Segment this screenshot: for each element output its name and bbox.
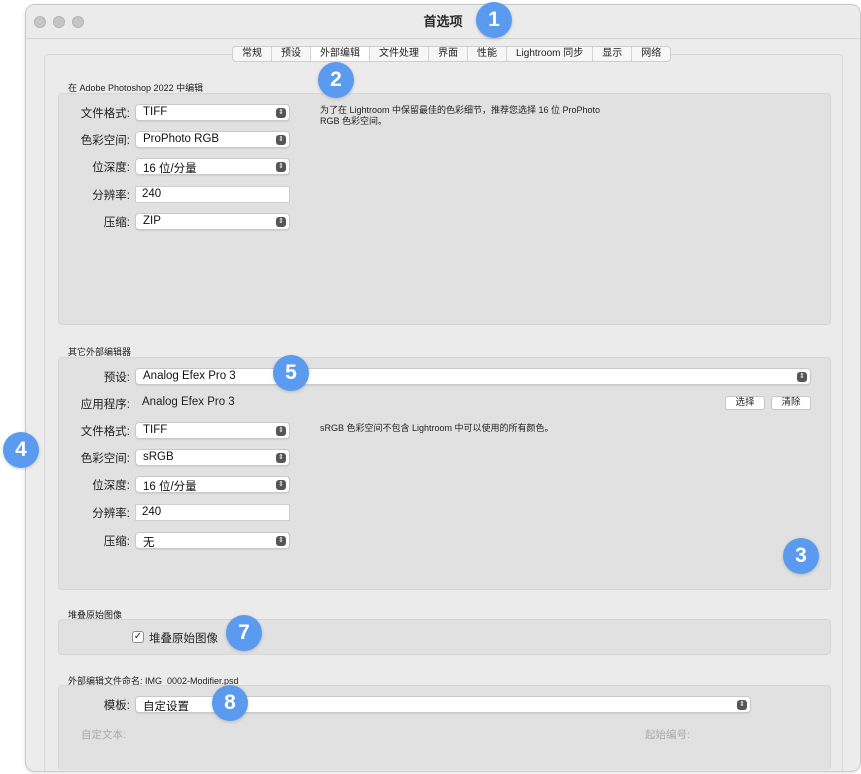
- custom-text-label: 自定文本:: [81, 729, 126, 741]
- oe-color-space-select[interactable]: sRGB ⇕: [135, 449, 290, 466]
- oe-resolution-label: 分辨率:: [92, 508, 130, 520]
- ps-bit-depth-select[interactable]: 16 位/分量 ⇕: [135, 158, 290, 175]
- chevron-updown-icon: ⇕: [797, 372, 807, 382]
- title-bar: 首选项: [26, 5, 860, 39]
- chevron-updown-icon: ⇕: [276, 536, 286, 546]
- ps-resolution-label: 分辨率:: [92, 190, 130, 202]
- callout-badge-1: 1: [476, 2, 512, 38]
- chevron-updown-icon: ⇕: [276, 135, 286, 145]
- oe-compression-select[interactable]: 无 ⇕: [135, 532, 290, 549]
- tab-network[interactable]: 网络: [632, 47, 670, 61]
- callout-badge-8: 8: [212, 685, 248, 721]
- tab-general[interactable]: 常规: [233, 47, 272, 61]
- oe-bit-depth-label: 位深度:: [92, 480, 130, 492]
- tab-lightroom-sync[interactable]: Lightroom 同步: [507, 47, 594, 61]
- naming-panel: 模板: 自定设置 ⇕ 自定文本: 起始编号:: [58, 685, 831, 770]
- callout-badge-4: 4: [3, 432, 39, 468]
- chevron-updown-icon: ⇕: [737, 700, 747, 710]
- tab-external-editing[interactable]: 外部编辑: [311, 47, 370, 61]
- chevron-updown-icon: ⇕: [276, 162, 286, 172]
- ps-file-format-select[interactable]: TIFF ⇕: [135, 104, 290, 121]
- stack-panel: ✓ 堆叠原始图像: [58, 619, 831, 655]
- tab-presets[interactable]: 预设: [272, 47, 311, 61]
- tab-file-handling[interactable]: 文件处理: [370, 47, 429, 61]
- tab-performance[interactable]: 性能: [468, 47, 507, 61]
- stack-checkbox[interactable]: ✓: [132, 631, 144, 643]
- naming-template-label: 模板:: [103, 700, 130, 712]
- chevron-updown-icon: ⇕: [276, 426, 286, 436]
- oe-app-label: 应用程序:: [80, 399, 130, 411]
- callout-badge-2: 2: [318, 62, 354, 98]
- ps-color-space-select[interactable]: ProPhoto RGB ⇕: [135, 131, 290, 148]
- chevron-updown-icon: ⇕: [276, 453, 286, 463]
- preferences-window: 首选项 在 Adobe Photoshop 2022 中编辑 文件格式: TIF…: [25, 4, 861, 772]
- oe-preset-select[interactable]: Analog Efex Pro 3 ⇕: [135, 368, 811, 385]
- oe-color-space-label: 色彩空间:: [80, 453, 130, 465]
- oe-bit-depth-select[interactable]: 16 位/分量 ⇕: [135, 476, 290, 493]
- clear-button[interactable]: 清除: [771, 396, 811, 410]
- start-number-label: 起始编号:: [645, 729, 690, 741]
- chevron-updown-icon: ⇕: [276, 217, 286, 227]
- tab-display[interactable]: 显示: [593, 47, 633, 61]
- ps-bit-depth-label: 位深度:: [92, 162, 130, 174]
- ps-compression-select[interactable]: ZIP ⇕: [135, 213, 290, 230]
- tab-content: 在 Adobe Photoshop 2022 中编辑 文件格式: TIFF ⇕ …: [44, 54, 843, 771]
- ps-file-format-label: 文件格式:: [80, 108, 130, 120]
- oe-file-format-select[interactable]: TIFF ⇕: [135, 422, 290, 439]
- ps-note: 为了在 Lightroom 中保留最佳的色彩细节，推荐您选择 16 位 ProP…: [320, 105, 601, 126]
- oe-note: sRGB 色彩空间不包含 Lightroom 中可以使用的所有颜色。: [320, 423, 554, 433]
- choose-button[interactable]: 选择: [725, 396, 765, 410]
- ps-resolution-input[interactable]: 240: [135, 186, 290, 203]
- chevron-updown-icon: ⇕: [276, 108, 286, 118]
- callout-badge-3: 3: [783, 538, 819, 574]
- other-editor-panel: 预设: Analog Efex Pro 3 ⇕ 应用程序: Analog Efe…: [58, 357, 831, 590]
- oe-file-format-label: 文件格式:: [80, 426, 130, 438]
- callout-badge-7: 7: [226, 615, 262, 651]
- window-title: 首选项: [423, 14, 463, 29]
- tab-interface[interactable]: 界面: [429, 47, 468, 61]
- preferences-tabs: 常规 预设 外部编辑 文件处理 界面 性能 Lightroom 同步 显示 网络: [232, 46, 672, 62]
- chevron-updown-icon: ⇕: [276, 480, 286, 490]
- oe-compression-label: 压缩:: [103, 536, 130, 548]
- callout-badge-5: 5: [273, 355, 309, 391]
- ps-compression-label: 压缩:: [103, 217, 130, 229]
- oe-app-name: Analog Efex Pro 3: [142, 396, 235, 408]
- ps-color-space-label: 色彩空间:: [80, 135, 130, 147]
- stack-checkbox-label: 堆叠原始图像: [149, 633, 218, 645]
- photoshop-panel: 文件格式: TIFF ⇕ 色彩空间: ProPhoto RGB ⇕ 位深度: 1…: [58, 93, 831, 325]
- oe-resolution-input[interactable]: 240: [135, 504, 290, 521]
- oe-preset-label: 预设:: [103, 372, 130, 384]
